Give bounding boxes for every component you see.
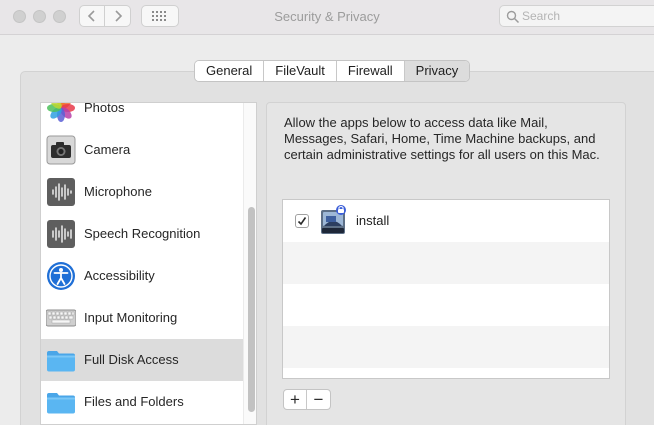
- speech-recognition-icon: [46, 219, 76, 249]
- tab-bar: General FileVault Firewall Privacy: [194, 60, 471, 82]
- empty-row: [283, 242, 609, 284]
- sidebar-item-camera[interactable]: Camera: [41, 129, 243, 171]
- sidebar-item-accessibility[interactable]: Accessibility: [41, 255, 243, 297]
- search-field[interactable]: [499, 5, 654, 27]
- privacy-description: Allow the apps below to access data like…: [284, 115, 600, 162]
- sidebar-item-microphone[interactable]: Microphone: [41, 171, 243, 213]
- tab-privacy[interactable]: Privacy: [404, 61, 470, 81]
- sidebar-item-label: Camera: [84, 142, 131, 157]
- accessibility-icon: [46, 261, 76, 291]
- empty-row: [283, 284, 609, 326]
- tab-firewall[interactable]: Firewall: [336, 61, 405, 81]
- sidebar-item-files-and-folders[interactable]: Files and Folders: [41, 381, 243, 423]
- sidebar-item-label: Accessibility: [84, 268, 155, 283]
- scroll-thumb[interactable]: [248, 207, 255, 412]
- sidebar-item-photos[interactable]: Photos: [41, 102, 243, 129]
- keyboard-icon: [46, 303, 76, 333]
- search-input[interactable]: [522, 8, 652, 24]
- sidebar-item-input-monitoring[interactable]: Input Monitoring: [41, 297, 243, 339]
- installer-icon: [318, 204, 348, 236]
- photos-icon: [46, 103, 76, 123]
- app-checkbox[interactable]: [295, 214, 309, 228]
- sidebar-item-label: Files and Folders: [84, 394, 184, 409]
- allowed-apps-list: install: [282, 199, 610, 379]
- remove-app-button[interactable]: −: [307, 390, 330, 409]
- app-name: install: [356, 213, 390, 228]
- microphone-icon: [46, 177, 76, 207]
- search-icon: [506, 10, 520, 24]
- camera-icon: [46, 135, 76, 165]
- tab-filevault[interactable]: FileVault: [264, 61, 337, 81]
- add-remove-controls: + −: [283, 389, 331, 410]
- sidebar-scrollbar[interactable]: [243, 103, 256, 424]
- empty-row: [283, 326, 609, 368]
- folder-icon: [46, 345, 76, 375]
- list-item[interactable]: install: [283, 200, 609, 242]
- sidebar-item-speech-recognition[interactable]: Speech Recognition: [41, 213, 243, 255]
- sidebar-item-label: Microphone: [84, 184, 152, 199]
- folder-icon: [46, 387, 76, 417]
- checkmark-icon: [297, 217, 307, 226]
- tab-general[interactable]: General: [195, 61, 265, 81]
- sidebar-item-label: Speech Recognition: [84, 226, 201, 241]
- sidebar-item-label: Photos: [84, 102, 125, 115]
- add-app-button[interactable]: +: [284, 390, 307, 409]
- sidebar-item-full-disk-access[interactable]: Full Disk Access: [41, 339, 243, 381]
- privacy-category-list: Photos Camera Microphone Speech Recognit…: [40, 102, 257, 425]
- sidebar-item-label: Full Disk Access: [84, 352, 179, 367]
- title-bar: Security & Privacy: [0, 0, 654, 35]
- sidebar-item-label: Input Monitoring: [84, 310, 178, 325]
